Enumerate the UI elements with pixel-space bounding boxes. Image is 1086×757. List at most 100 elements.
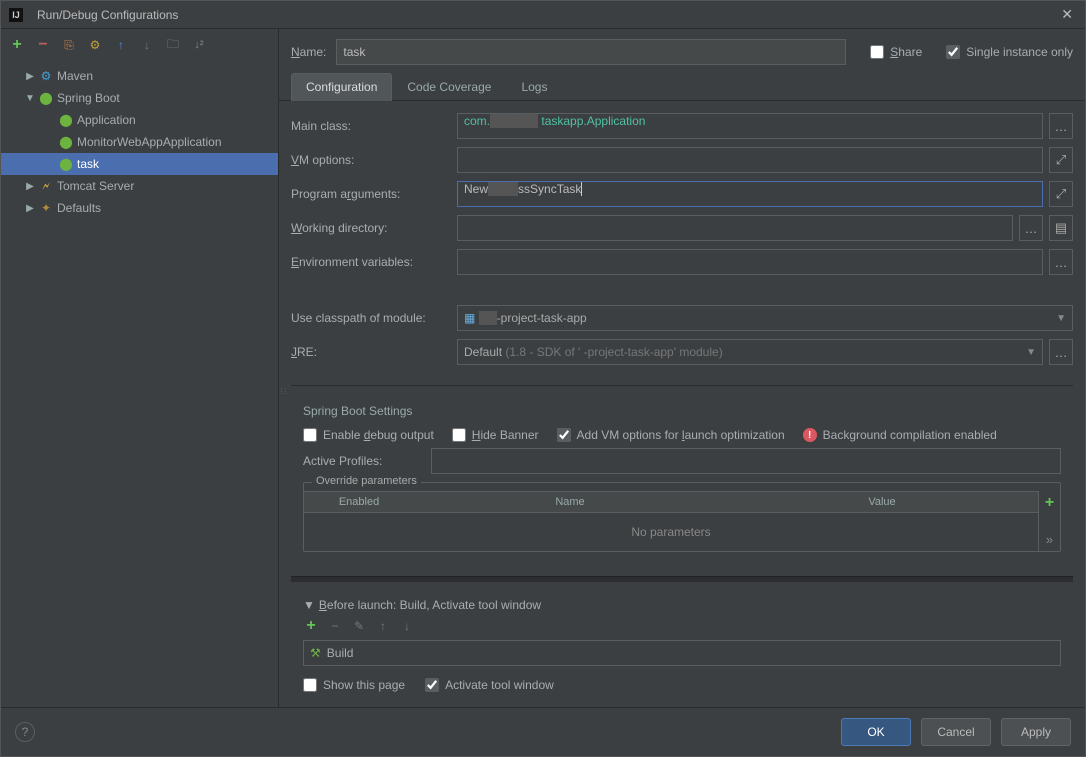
add-vm-checkbox[interactable]: Add VM options for launch optimization [557,428,785,442]
mainclass-input[interactable]: com.xxxxxxxx taskapp.Application [457,113,1043,139]
copy-config-icon[interactable]: ⎘ [61,37,77,53]
tree-label: Tomcat Server [57,179,134,193]
expand-icon[interactable]: ▶ [25,181,35,192]
envvars-label: Environment variables: [291,255,449,269]
tabs: Configuration Code Coverage Logs [279,73,1085,101]
envvars-input[interactable] [457,249,1043,275]
resize-handle[interactable] [291,385,1073,386]
bl-remove-icon[interactable]: − [327,618,343,634]
window-title: Run/Debug Configurations [37,8,178,22]
bl-task-build[interactable]: ⚒ Build [303,640,1061,666]
close-icon[interactable]: ✕ [1057,6,1077,23]
jre-select[interactable]: Default (1.8 - SDK of ' -project-task-ap… [457,339,1043,365]
profiles-input[interactable] [431,448,1061,474]
add-param-icon[interactable]: + [1042,495,1058,511]
maven-icon: ⚙ [39,69,53,83]
override-header: Enabled Name Value [304,491,1038,513]
expand-progargs-button[interactable]: ⤢ [1049,181,1073,207]
show-page-checkbox[interactable]: Show this page [303,678,405,692]
tab-logs[interactable]: Logs [506,73,562,100]
workdir-input[interactable] [457,215,1013,241]
chevron-down-icon: ▼ [1056,313,1066,324]
tab-configuration[interactable]: Configuration [291,73,392,101]
browse-envvars-button[interactable]: … [1049,249,1073,275]
col-enabled: Enabled [304,492,414,512]
progargs-input[interactable]: NewxxxxxssSyncTask [457,181,1043,207]
tree-node-application[interactable]: ⬤ Application [1,109,278,131]
tree-label: MonitorWebAppApplication [77,135,222,149]
expand-icon[interactable]: ▶ [25,203,35,214]
override-params-box: Override parameters Enabled Name Value N… [303,482,1061,552]
debug-output-checkbox[interactable]: Enable debug output [303,428,434,442]
tree-label: task [77,157,99,171]
move-up-icon[interactable]: ↑ [113,37,129,53]
bl-task-label: Build [327,646,354,660]
sidebar-toolbar: + − ⎘ ⚙ ↑ ↓ 🗀 ↓² [1,29,278,61]
expand-vmoptions-button[interactable]: ⤢ [1049,147,1073,173]
workdir-label: Working directory: [291,221,449,235]
progargs-label: Program arguments: [291,187,449,201]
spring-settings-title: Spring Boot Settings [303,394,1061,422]
list-workdir-button[interactable]: ▤ [1049,215,1073,241]
share-checkbox[interactable]: Share [870,45,922,59]
spring-icon: ⬤ [39,91,53,105]
tree-label: Maven [57,69,93,83]
tree-node-monitor[interactable]: ⬤ MonitorWebAppApplication [1,131,278,153]
folder-icon[interactable]: 🗀 [165,37,181,53]
hammer-icon: ⚒ [310,646,321,660]
more-params-icon[interactable]: » [1042,531,1058,547]
tree-label: Spring Boot [57,91,120,105]
app-icon: IJ [9,8,23,22]
tree-node-springboot[interactable]: ▼ ⬤ Spring Boot [1,87,278,109]
collapse-icon: ▼ [303,598,315,612]
chevron-down-icon: ▼ [1026,347,1036,358]
titlebar: IJ Run/Debug Configurations ✕ [1,1,1085,29]
tree-node-maven[interactable]: ▶ ⚙ Maven [1,65,278,87]
spring-icon: ⬤ [59,157,73,171]
tree-node-defaults[interactable]: ▶ ✦ Defaults [1,197,278,219]
override-empty: No parameters [304,513,1038,551]
tree-node-task[interactable]: ⬤ task [1,153,278,175]
mainclass-label: Main class: [291,119,449,133]
before-launch-header[interactable]: ▼ Before launch: Build, Activate tool wi… [303,598,1061,612]
classpath-select[interactable]: ▦ xxx-project-task-app ▼ [457,305,1073,331]
override-legend: Override parameters [312,475,421,487]
move-down-icon[interactable]: ↓ [139,37,155,53]
add-config-icon[interactable]: + [9,37,25,53]
classpath-label: Use classpath of module: [291,311,449,325]
jre-label: JRE: [291,345,449,359]
wrench-icon: ✦ [39,201,53,215]
tomcat-icon: 🗲 [39,179,53,193]
apply-button[interactable]: Apply [1001,718,1071,746]
browse-mainclass-button[interactable]: … [1049,113,1073,139]
button-bar: ? OK Cancel Apply [1,707,1085,756]
dialog-window: IJ Run/Debug Configurations ✕ + − ⎘ ⚙ ↑ … [0,0,1086,757]
bl-up-icon[interactable]: ↑ [375,618,391,634]
bl-edit-icon[interactable]: ✎ [351,618,367,634]
name-input[interactable] [336,39,846,65]
tree-label: Defaults [57,201,101,215]
sort-icon[interactable]: ↓² [191,37,207,53]
tab-coverage[interactable]: Code Coverage [392,73,506,100]
collapse-icon[interactable]: ▼ [25,93,35,104]
single-instance-checkbox[interactable]: Single instance only [946,45,1073,59]
browse-jre-button[interactable]: … [1049,339,1073,365]
bl-down-icon[interactable]: ↓ [399,618,415,634]
main-panel: Name: Share Single instance only Configu… [279,29,1085,707]
tree-label: Application [77,113,136,127]
cancel-button[interactable]: Cancel [921,718,991,746]
tree-node-tomcat[interactable]: ▶ 🗲 Tomcat Server [1,175,278,197]
name-label: Name: [291,45,326,59]
help-button[interactable]: ? [15,722,35,742]
activate-tool-checkbox[interactable]: Activate tool window [425,678,554,692]
hide-banner-checkbox[interactable]: Hide Banner [452,428,539,442]
expand-icon[interactable]: ▶ [25,71,35,82]
vmoptions-input[interactable] [457,147,1043,173]
bl-add-icon[interactable]: + [303,618,319,634]
ok-button[interactable]: OK [841,718,911,746]
bg-compilation-status: ! Background compilation enabled [803,428,997,442]
settings-icon[interactable]: ⚙ [87,37,103,53]
browse-workdir-button[interactable]: … [1019,215,1043,241]
remove-config-icon[interactable]: − [35,37,51,53]
col-name: Name [414,492,726,512]
